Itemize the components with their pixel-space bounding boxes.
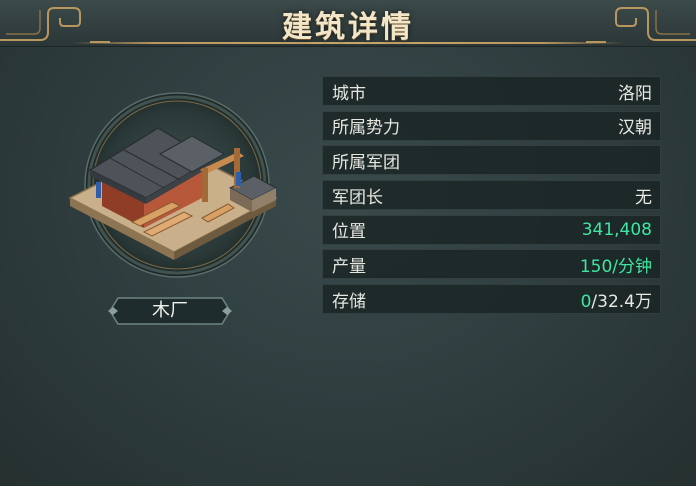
position-coordinates-link[interactable]: 341,408 — [582, 220, 652, 240]
detail-row-storage: 存储 0/32.4万 — [322, 284, 661, 315]
detail-label: 产量 — [332, 256, 366, 277]
detail-label: 所属势力 — [332, 118, 400, 139]
detail-row-output: 产量 150/分钟 — [322, 249, 661, 280]
page-title: 建筑详情 — [282, 10, 414, 45]
details-panel: 城市 洛阳 所属势力 汉朝 所属军团 军团长 无 位置 341,408 产量 1… — [322, 76, 661, 319]
detail-value: 汉朝 — [618, 118, 652, 139]
header-divider — [0, 46, 696, 47]
sawmill-building-icon — [68, 127, 278, 260]
detail-value: 无 — [635, 187, 652, 208]
detail-row-legion-leader: 军团长 无 — [322, 180, 661, 211]
detail-label: 军团长 — [332, 187, 383, 208]
detail-row-position[interactable]: 位置 341,408 — [322, 214, 661, 245]
header-bar: 建筑详情 — [0, 0, 696, 47]
detail-value: 洛阳 — [618, 83, 652, 104]
detail-label: 所属军团 — [332, 152, 400, 173]
detail-row-city: 城市 洛阳 — [322, 76, 661, 106]
storage-value: 0/32.4万 — [581, 287, 652, 312]
detail-row-faction: 所属势力 汉朝 — [322, 110, 661, 141]
detail-label: 存储 — [332, 291, 366, 312]
storage-current: 0 — [580, 291, 592, 312]
detail-label: 位置 — [332, 222, 366, 243]
detail-row-legion: 所属军团 — [322, 145, 661, 176]
detail-label: 城市 — [332, 83, 366, 104]
building-name: 木厂 — [152, 300, 188, 321]
detail-value: 150/分钟 — [579, 256, 652, 277]
storage-capacity: /32.4万 — [591, 291, 652, 312]
